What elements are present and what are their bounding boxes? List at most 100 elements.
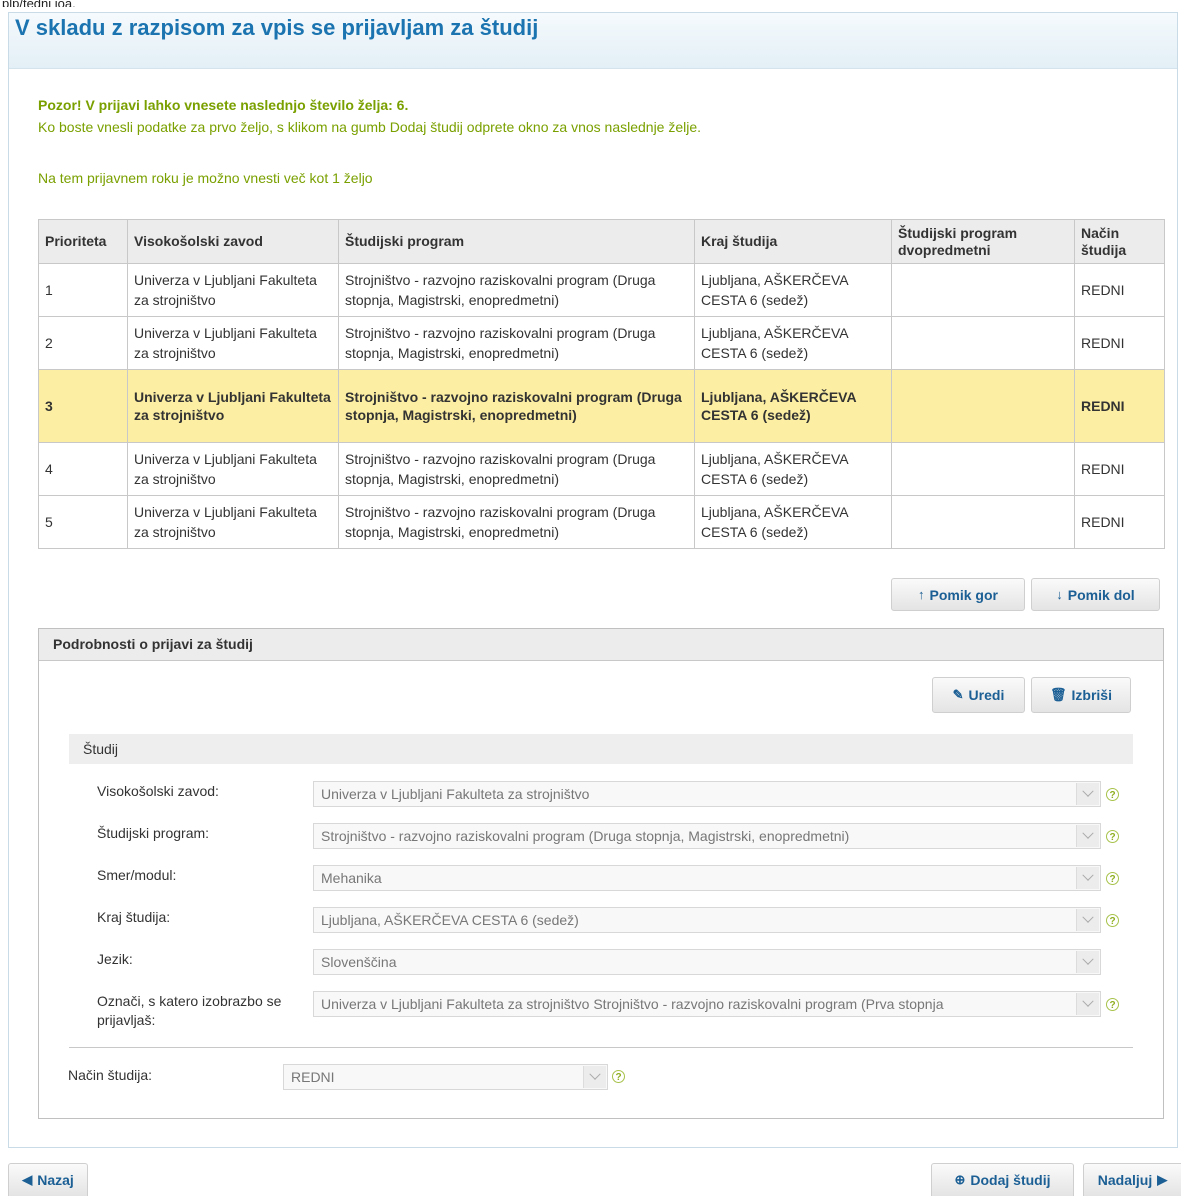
cell-nacin: REDNI xyxy=(1074,369,1165,443)
table-row[interactable]: 5 Univerza v Ljubljani Fakulteta za stro… xyxy=(38,495,1165,549)
chevron-down-icon[interactable] xyxy=(583,1066,606,1088)
help-icon[interactable]: ? xyxy=(1106,830,1119,843)
cell-nacin: REDNI xyxy=(1074,442,1165,496)
notice-instructions: Ko boste vnesli podatke za prvo željo, s… xyxy=(38,119,702,135)
cell-kraj: Ljubljana, AŠKERČEVA CESTA 6 (sedež) xyxy=(694,442,892,496)
cell-dvopredmetni xyxy=(891,369,1075,443)
cell-program: Strojništvo - razvojno raziskovalni prog… xyxy=(338,442,695,496)
move-up-label: Pomik gor xyxy=(929,586,998,603)
table-row[interactable]: 4 Univerza v Ljubljani Fakulteta za stro… xyxy=(38,442,1165,496)
label-jezik: Jezik: xyxy=(97,951,133,967)
details-header: Podrobnosti o prijavi za študij xyxy=(39,629,1163,661)
cell-zavod: Univerza v Ljubljani Fakulteta za strojn… xyxy=(127,495,339,549)
select-zavod-value: Univerza v Ljubljani Fakulteta za strojn… xyxy=(321,786,590,802)
page-top-fragment: plp/tedni ioa. xyxy=(0,0,76,7)
cell-prioriteta: 4 xyxy=(38,442,128,496)
select-izobrazba[interactable]: Univerza v Ljubljani Fakulteta za strojn… xyxy=(313,991,1101,1017)
select-nacin-value: REDNI xyxy=(291,1069,335,1085)
help-icon[interactable]: ? xyxy=(1106,998,1119,1011)
move-up-button[interactable]: ↑ Pomik gor xyxy=(891,578,1025,611)
col-program: Študijski program xyxy=(338,219,695,264)
table-row[interactable]: 1 Univerza v Ljubljani Fakulteta za stro… xyxy=(38,263,1165,317)
cell-nacin: REDNI xyxy=(1074,495,1165,549)
cell-dvopredmetni xyxy=(891,263,1075,317)
edit-label: Uredi xyxy=(968,687,1005,703)
back-button[interactable]: ◀ Nazaj xyxy=(8,1163,88,1196)
chevron-right-circle-icon: ▶ xyxy=(1157,1172,1168,1187)
cell-program: Strojništvo - razvojno raziskovalni prog… xyxy=(338,316,695,370)
col-dvopredmetni: Študijski program dvopredmetni xyxy=(891,219,1075,264)
continue-label: Nadaljuj xyxy=(1097,1172,1153,1188)
delete-button[interactable]: 🗑 Izbriši xyxy=(1031,677,1131,713)
cell-zavod: Univerza v Ljubljani Fakulteta za strojn… xyxy=(127,316,339,370)
chevron-down-icon[interactable] xyxy=(1076,909,1099,931)
table-row-selected[interactable]: 3 Univerza v Ljubljani Fakulteta za stro… xyxy=(38,369,1165,443)
cell-zavod: Univerza v Ljubljani Fakulteta za strojn… xyxy=(127,369,339,443)
add-study-label: Dodaj študij xyxy=(970,1172,1051,1188)
label-smer: Smer/modul: xyxy=(97,867,177,883)
chevron-down-icon[interactable] xyxy=(1076,951,1099,973)
cell-kraj: Ljubljana, AŠKERČEVA CESTA 6 (sedež) xyxy=(694,369,892,443)
page-title: V skladu z razpisom za vpis se prijavlja… xyxy=(15,15,539,40)
help-icon[interactable]: ? xyxy=(1106,788,1119,801)
select-smer-value: Mehanika xyxy=(321,870,382,886)
help-icon[interactable]: ? xyxy=(1106,914,1119,927)
cell-zavod: Univerza v Ljubljani Fakulteta za strojn… xyxy=(127,442,339,496)
label-kraj: Kraj študija: xyxy=(97,909,171,925)
table-header-row: Prioriteta Visokošolski zavod Študijski … xyxy=(38,219,1165,264)
cell-kraj: Ljubljana, AŠKERČEVA CESTA 6 (sedež) xyxy=(694,263,892,317)
select-jezik[interactable]: Slovenščina xyxy=(313,949,1101,975)
edit-button[interactable]: ✎ Uredi xyxy=(932,677,1025,713)
chevron-down-icon[interactable] xyxy=(1076,783,1099,805)
cell-program: Strojništvo - razvojno raziskovalni prog… xyxy=(338,495,695,549)
back-label: Nazaj xyxy=(37,1172,74,1188)
select-program-value: Strojništvo - razvojno raziskovalni prog… xyxy=(321,828,850,844)
cell-nacin: REDNI xyxy=(1074,316,1165,370)
label-zavod: Visokošolski zavod: xyxy=(97,783,219,799)
select-jezik-value: Slovenščina xyxy=(321,954,397,970)
cell-kraj: Ljubljana, AŠKERČEVA CESTA 6 (sedež) xyxy=(694,316,892,370)
move-down-label: Pomik dol xyxy=(1067,586,1135,603)
col-prioriteta: Prioriteta xyxy=(38,219,128,264)
arrow-up-icon: ↑ xyxy=(918,587,925,602)
table-row[interactable]: 2 Univerza v Ljubljani Fakulteta za stro… xyxy=(38,316,1165,370)
plus-circle-icon: ⊕ xyxy=(954,1172,966,1187)
chevron-left-circle-icon: ◀ xyxy=(22,1172,33,1187)
label-izobrazba: Označi, s katero izobrazbo se prijavljaš… xyxy=(97,993,282,1028)
notice-max-wishes: Pozor! V prijavi lahko vnesete naslednjo… xyxy=(38,97,409,113)
cell-dvopredmetni xyxy=(891,442,1075,496)
select-program[interactable]: Strojništvo - razvojno raziskovalni prog… xyxy=(313,823,1101,849)
cell-zavod: Univerza v Ljubljani Fakulteta za strojn… xyxy=(127,263,339,317)
label-program: Študijski program: xyxy=(97,825,210,841)
continue-button[interactable]: Nadaljuj ▶ xyxy=(1083,1163,1181,1196)
arrow-down-icon: ↓ xyxy=(1056,587,1063,602)
cell-program: Strojništvo - razvojno raziskovalni prog… xyxy=(338,369,695,443)
wishes-table: Prioriteta Visokošolski zavod Študijski … xyxy=(38,219,1165,549)
help-icon[interactable]: ? xyxy=(1106,872,1119,885)
cell-prioriteta: 3 xyxy=(38,369,128,443)
move-down-button[interactable]: ↓ Pomik dol xyxy=(1031,578,1160,611)
select-kraj[interactable]: Ljubljana, AŠKERČEVA CESTA 6 (sedež) xyxy=(313,907,1101,933)
trash-icon: 🗑 xyxy=(1050,687,1067,702)
cell-prioriteta: 2 xyxy=(38,316,128,370)
chevron-down-icon[interactable] xyxy=(1076,993,1099,1015)
col-zavod: Visokošolski zavod xyxy=(127,219,339,264)
add-study-button[interactable]: ⊕ Dodaj študij xyxy=(931,1163,1074,1196)
notice-multiple-wishes: Na tem prijavnem roku je možno vnesti ve… xyxy=(38,170,373,186)
cell-program: Strojništvo - razvojno raziskovalni prog… xyxy=(338,263,695,317)
select-izobrazba-value: Univerza v Ljubljani Fakulteta za strojn… xyxy=(321,996,944,1012)
chevron-down-icon[interactable] xyxy=(1076,825,1099,847)
delete-label: Izbriši xyxy=(1071,687,1112,703)
cell-kraj: Ljubljana, AŠKERČEVA CESTA 6 (sedež) xyxy=(694,495,892,549)
select-smer[interactable]: Mehanika xyxy=(313,865,1101,891)
details-box: Podrobnosti o prijavi za študij ✎ Uredi … xyxy=(38,628,1164,1119)
study-section-header: Študij xyxy=(69,734,1133,764)
cell-nacin: REDNI xyxy=(1074,263,1165,317)
chevron-down-icon[interactable] xyxy=(1076,867,1099,889)
help-icon[interactable]: ? xyxy=(612,1070,625,1083)
select-kraj-value: Ljubljana, AŠKERČEVA CESTA 6 (sedež) xyxy=(321,912,579,928)
select-nacin[interactable]: REDNI xyxy=(283,1064,608,1090)
pencil-icon: ✎ xyxy=(952,687,964,702)
col-nacin: Način študija xyxy=(1074,219,1165,264)
select-zavod[interactable]: Univerza v Ljubljani Fakulteta za strojn… xyxy=(313,781,1101,807)
